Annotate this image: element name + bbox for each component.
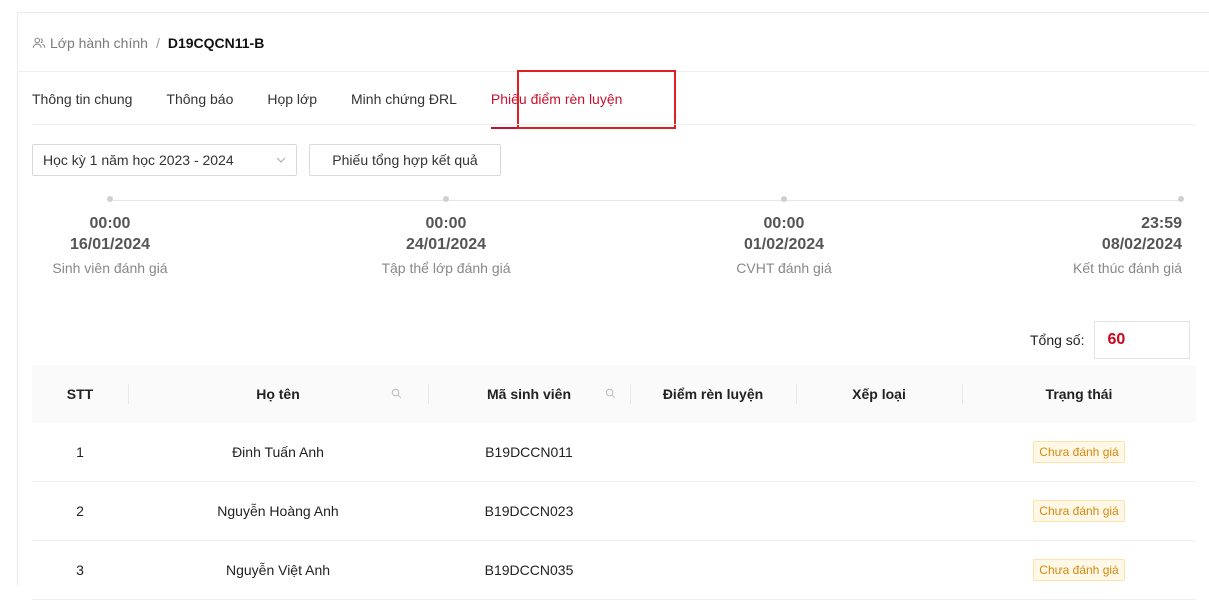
status-badge: Chưa đánh giá	[1033, 559, 1125, 581]
users-icon	[32, 37, 46, 48]
column-header-name[interactable]: Họ tên	[128, 365, 428, 423]
breadcrumb-separator: /	[155, 35, 160, 51]
table-header: STT Họ tên Mã sinh viên Điểm rèn luyện X…	[32, 365, 1196, 423]
column-divider	[630, 384, 631, 404]
timeline-label: Sinh viên đánh giá	[52, 260, 168, 276]
timeline-date: 01/02/2024	[743, 236, 825, 253]
timeline-time: 00:00	[763, 215, 805, 232]
timeline-dot	[781, 196, 787, 202]
cell-student-id: B19DCCN035	[484, 562, 574, 578]
cell-name: Nguyễn Hoàng Anh	[217, 503, 339, 519]
tab-class-meeting[interactable]: Họp lớp	[267, 83, 317, 135]
timeline-time: 00:00	[425, 215, 467, 232]
table-row[interactable]: 3 Nguyễn Việt Anh B19DCCN035 Chưa đánh g…	[32, 541, 1196, 600]
timeline-time: 00:00	[89, 215, 131, 232]
total-label: Tổng số:	[1030, 332, 1085, 348]
tab-general-info[interactable]: Thông tin chung	[32, 83, 132, 135]
column-header-name-label: Họ tên	[256, 386, 300, 402]
table-row[interactable]: 2 Nguyễn Hoàng Anh B19DCCN023 Chưa đánh …	[32, 482, 1196, 541]
evaluation-timeline: 00:00 16/01/2024 Sinh viên đánh giá 00:0…	[18, 195, 1209, 305]
timeline-label: Tập thể lớp đánh giá	[381, 260, 511, 276]
cell-status: Chưa đánh giá	[962, 441, 1196, 463]
total-value: 60	[1094, 321, 1191, 359]
timeline-date: 08/02/2024	[1101, 236, 1182, 253]
table-row[interactable]: 1 Đinh Tuấn Anh B19DCCN011 Chưa đánh giá	[32, 423, 1196, 482]
timeline-dot	[443, 196, 449, 202]
timeline-label: Kết thúc đánh giá	[1073, 260, 1182, 276]
cell-stt: 1	[76, 444, 84, 460]
column-divider	[428, 384, 429, 404]
tab-evidence[interactable]: Minh chứng ĐRL	[351, 83, 457, 135]
total-count: Tổng số: 60	[1030, 321, 1191, 359]
semester-select[interactable]: Học kỳ 1 năm học 2023 - 2024	[32, 144, 297, 176]
tab-notifications[interactable]: Thông báo	[166, 83, 233, 135]
cell-status: Chưa đánh giá	[962, 559, 1196, 581]
timeline-date: 16/01/2024	[69, 236, 151, 253]
student-table: STT Họ tên Mã sinh viên Điểm rèn luyện X…	[32, 365, 1196, 600]
column-divider	[128, 384, 129, 404]
status-badge: Chưa đánh giá	[1033, 441, 1125, 463]
column-header-rank: Xếp loại	[852, 386, 906, 402]
timeline-dot	[107, 196, 113, 202]
status-badge: Chưa đánh giá	[1033, 500, 1125, 522]
cell-stt: 3	[76, 562, 84, 578]
cell-student-id: B19DCCN023	[484, 503, 574, 519]
column-divider	[796, 384, 797, 404]
cell-name: Đinh Tuấn Anh	[232, 444, 324, 460]
cell-status: Chưa đánh giá	[962, 500, 1196, 522]
timeline-dot	[1178, 196, 1184, 202]
class-panel: Lớp hành chính / D19CQCN11-B Thông tin c…	[17, 12, 1209, 600]
semester-select-value: Học kỳ 1 năm học 2023 - 2024	[43, 152, 234, 168]
timeline-date: 24/01/2024	[405, 236, 487, 253]
timeline-step-advisor: 00:00 01/02/2024 CVHT đánh giá	[684, 213, 884, 278]
column-header-student-id[interactable]: Mã sinh viên	[428, 365, 630, 423]
column-header-status: Trạng thái	[1045, 386, 1113, 402]
timeline-step-student: 00:00 16/01/2024 Sinh viên đánh giá	[10, 213, 210, 278]
breadcrumb-parent[interactable]: Lớp hành chính	[50, 35, 148, 51]
breadcrumb: Lớp hành chính / D19CQCN11-B	[32, 35, 264, 51]
column-header-stt: STT	[66, 386, 94, 402]
timeline-line	[110, 200, 1181, 201]
column-header-score: Điểm rèn luyện	[662, 386, 764, 402]
tab-divider	[32, 124, 1196, 125]
timeline-label: CVHT đánh giá	[736, 260, 832, 276]
cell-stt: 2	[76, 503, 84, 519]
column-divider	[962, 384, 963, 404]
timeline-time: 23:59	[1141, 215, 1182, 232]
search-icon[interactable]	[391, 388, 402, 399]
chevron-down-icon	[276, 157, 286, 163]
cell-student-id: B19DCCN011	[485, 444, 573, 460]
active-tab-highlight	[517, 70, 676, 129]
cell-name: Nguyễn Việt Anh	[225, 562, 331, 578]
timeline-step-end: 23:59 08/02/2024 Kết thúc đánh giá	[982, 213, 1182, 278]
search-icon[interactable]	[605, 388, 616, 399]
column-header-student-id-label: Mã sinh viên	[486, 386, 572, 402]
timeline-step-class: 00:00 24/01/2024 Tập thể lớp đánh giá	[346, 213, 546, 278]
breadcrumb-current: D19CQCN11-B	[167, 35, 265, 51]
summary-report-button[interactable]: Phiếu tổng hợp kết quả	[309, 144, 501, 176]
